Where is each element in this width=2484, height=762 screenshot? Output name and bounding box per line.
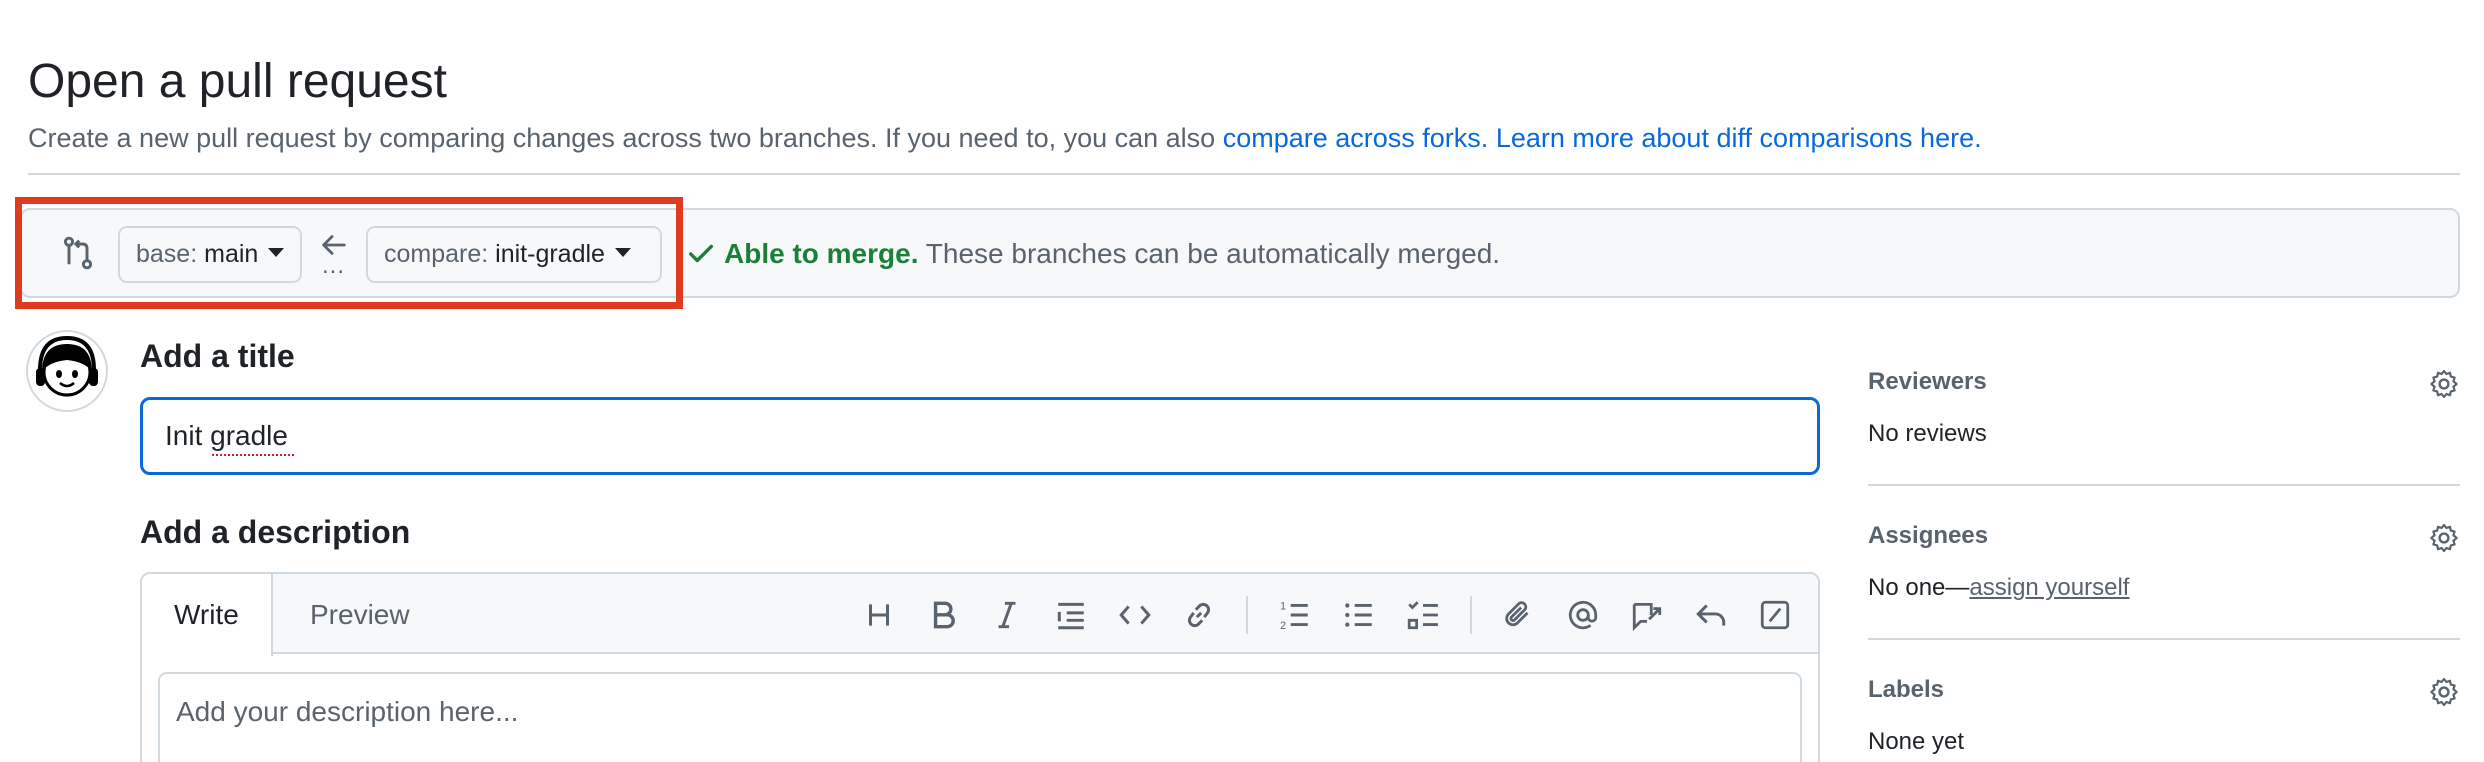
gear-icon[interactable] [2428, 522, 2460, 554]
toolbar-divider [1246, 596, 1248, 634]
italic-icon[interactable] [990, 598, 1024, 632]
spellcheck-underline [212, 452, 294, 456]
assignees-label: Assignees [1868, 522, 1989, 549]
sidebar-labels: Labels None yet [1868, 674, 2460, 758]
sidebar-divider [1868, 638, 2460, 640]
page-subtitle: Create a new pull request by comparing c… [28, 120, 1982, 156]
sidebar-assignees: Assignees No one—assign yourself [1868, 520, 2460, 604]
subtitle-text: Create a new pull request by comparing c… [28, 123, 1216, 153]
attach-icon[interactable] [1502, 598, 1536, 632]
gear-icon[interactable] [2428, 368, 2460, 400]
assignees-none: No one— [1868, 574, 1970, 601]
numbered-list-icon[interactable]: 12 [1278, 598, 1312, 632]
labels-label: Labels [1868, 676, 1945, 703]
mention-icon[interactable] [1566, 598, 1600, 632]
sidebar-reviewers: Reviewers No reviews [1868, 366, 2460, 450]
toolbar-divider [1470, 596, 1472, 634]
reply-icon[interactable] [1694, 598, 1728, 632]
description-label: Add a description [140, 514, 411, 550]
link-icon[interactable] [1182, 598, 1216, 632]
svg-text:2: 2 [1280, 620, 1286, 632]
reviewers-value: No reviews [1868, 420, 1987, 447]
learn-more-link[interactable]: Learn more about diff comparisons here. [1496, 123, 1982, 153]
merge-status: Able to merge. These branches can be aut… [724, 236, 1500, 272]
description-editor: Write Preview 12 Add your description he… [140, 572, 1820, 762]
user-avatar-icon [36, 335, 98, 397]
assign-yourself-link[interactable]: assign yourself [1969, 574, 2129, 601]
title-input[interactable] [140, 397, 1820, 475]
check-icon [689, 244, 713, 263]
compare-forks-link[interactable]: compare across forks. [1223, 123, 1489, 153]
sidebar-divider [1868, 484, 2460, 486]
heading-icon[interactable] [862, 598, 896, 632]
unordered-list-icon[interactable] [1342, 598, 1376, 632]
header-divider [28, 173, 2460, 175]
assignees-value: No one—assign yourself [1868, 572, 2460, 604]
reference-icon[interactable] [1630, 598, 1664, 632]
avatar [26, 330, 108, 412]
task-list-icon[interactable] [1406, 598, 1440, 632]
gear-icon[interactable] [2428, 676, 2460, 708]
description-textarea[interactable]: Add your description here... [158, 672, 1802, 762]
tab-write[interactable]: Write [142, 574, 273, 656]
bold-icon[interactable] [926, 598, 960, 632]
labels-value: None yet [1868, 728, 1965, 755]
svg-text:1: 1 [1280, 601, 1286, 613]
tab-preview[interactable]: Preview [278, 574, 442, 656]
reviewers-label: Reviewers [1868, 368, 1987, 395]
page-title: Open a pull request [28, 55, 447, 108]
merge-status-detail: These branches can be automatically merg… [925, 238, 1501, 269]
title-label: Add a title [140, 338, 295, 374]
code-icon[interactable] [1118, 598, 1152, 632]
quote-icon[interactable] [1054, 598, 1088, 632]
merge-status-ok: Able to merge. [724, 238, 919, 269]
slash-command-icon[interactable] [1758, 598, 1792, 632]
highlight-annotation-box [15, 197, 683, 309]
